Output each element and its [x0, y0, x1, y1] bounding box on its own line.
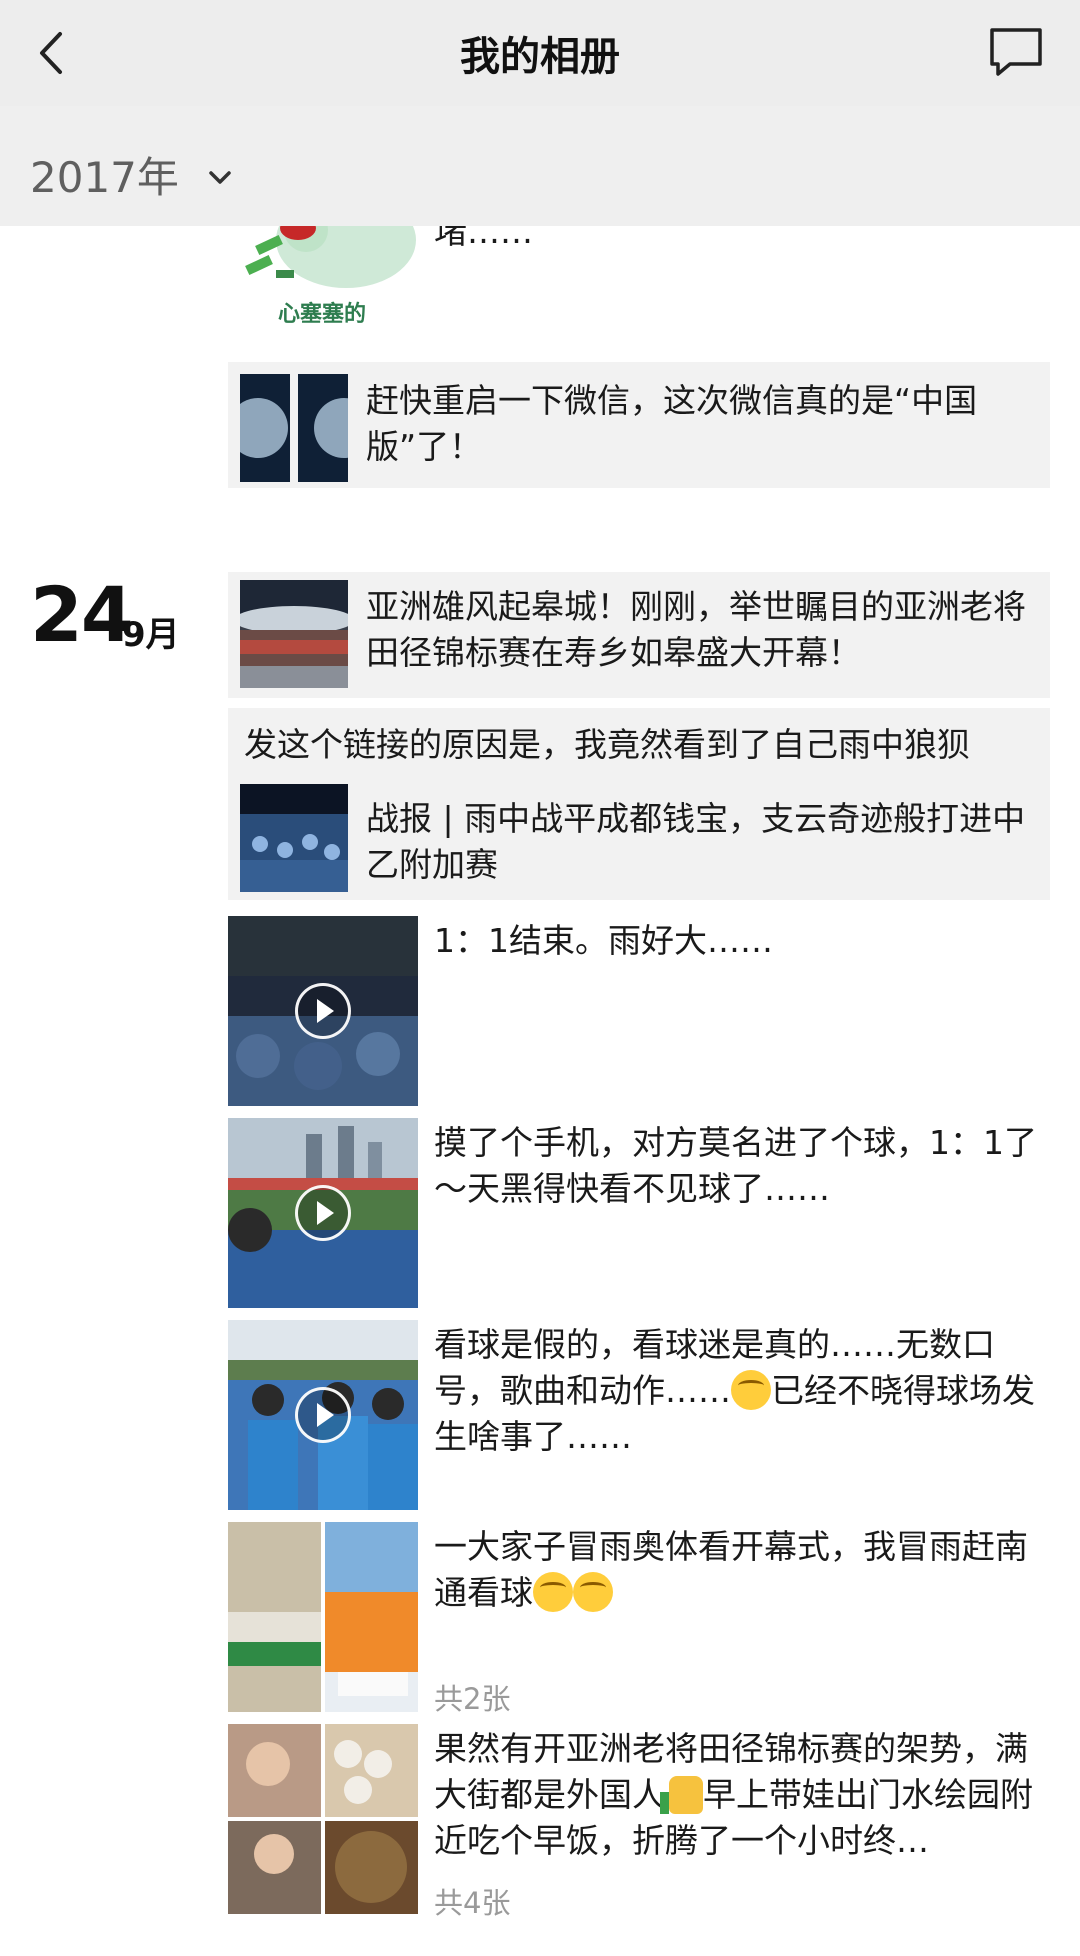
share-comment: 发这个链接的原因是，我竟然看到了自己雨中狼狈 — [244, 725, 970, 764]
message-bubble-icon — [990, 28, 1042, 76]
crying-laughing-emoji-icon — [731, 1370, 771, 1410]
crying-laughing-emoji-icon — [533, 1572, 573, 1612]
post-text-with-emoji: 果然有开亚洲老将田径锦标赛的架势，满大街都是外国人 早上带娃出门水绘园附近吃个早饭… — [434, 1726, 1044, 1864]
date-month: 9月 — [122, 615, 180, 655]
date-day: 24 — [30, 570, 134, 659]
album-feed: 心塞塞的 堵…… 赶快重启一下微信，这次微信真的是“中国版”了！ 24 9月 亚… — [0, 0, 1080, 1956]
post-text-with-emoji: 看球是假的，看球迷是真的……无数口号，歌曲和动作…… 已经不晓得球场发生啥事了…… — [434, 1322, 1044, 1460]
link-card-asian-masters[interactable]: 亚洲雄风起皋城！刚刚，举世瞩目的亚洲老将田径锦标赛在寿乡如皋盛大开幕！ — [228, 572, 1050, 698]
link-thumbnail — [240, 580, 348, 688]
link-thumbnail — [240, 374, 348, 482]
messages-button[interactable] — [986, 22, 1046, 82]
photo-grid[interactable] — [228, 1724, 418, 1914]
year-label: 2017年 — [30, 153, 179, 202]
play-icon — [295, 1387, 351, 1443]
post-text-with-emoji: 一大家子冒雨奥体看开幕式，我冒雨赶南通看球 — [434, 1524, 1044, 1616]
link-thumbnail — [240, 784, 348, 892]
video-thumbnail[interactable] — [228, 916, 418, 1106]
play-icon — [295, 1185, 351, 1241]
link-title: 亚洲雄风起皋城！刚刚，举世瞩目的亚洲老将田径锦标赛在寿乡如皋盛大开幕！ — [366, 587, 1026, 672]
year-filter-bar: 2017年 — [0, 106, 1080, 226]
link-title: 赶快重启一下微信，这次微信真的是“中国版”了！ — [366, 381, 978, 466]
link-title: 战报 | 雨中战平成都钱宝，支云奇迹般打进中乙附加赛 — [366, 799, 1026, 884]
video-thumbnail[interactable] — [228, 1118, 418, 1308]
shared-link-post[interactable]: 发这个链接的原因是，我竟然看到了自己雨中狼狈 战报 | 雨中战平成都钱宝，支云奇… — [228, 708, 1050, 900]
sticker-caption: 心塞塞的 — [278, 302, 367, 327]
year-selector[interactable]: 2017年 — [30, 144, 234, 205]
photo-count: 共4张 — [434, 1886, 511, 1920]
link-card-wechat[interactable]: 赶快重启一下微信，这次微信真的是“中国版”了！ — [228, 362, 1050, 488]
crying-laughing-emoji-icon — [573, 1572, 613, 1612]
navigation-bar: 我的相册 — [0, 0, 1080, 106]
post-text: 摸了个手机，对方莫名进了个球，1：1了～天黑得快看不见球了…… — [434, 1123, 1037, 1208]
thumbs-up-emoji-icon — [660, 1776, 703, 1814]
play-icon — [295, 983, 351, 1039]
post-text: 1：1结束。雨好大…… — [434, 921, 773, 960]
post-text: 一大家子冒雨奥体看开幕式，我冒雨赶南通看球 — [434, 1527, 1028, 1612]
video-thumbnail[interactable] — [228, 1320, 418, 1510]
photo-grid[interactable] — [228, 1522, 418, 1712]
photo-count: 共2张 — [434, 1682, 511, 1716]
page-title: 我的相册 — [460, 34, 620, 80]
chevron-down-icon — [209, 171, 231, 184]
